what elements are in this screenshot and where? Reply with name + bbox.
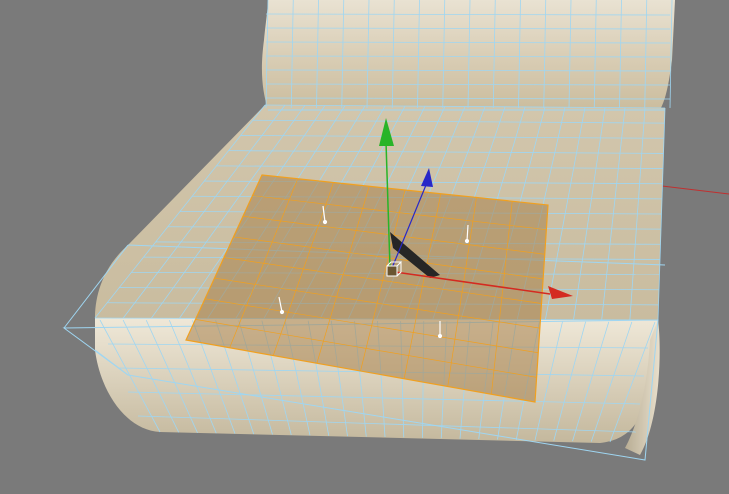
world-x-axis-line bbox=[661, 185, 729, 195]
normal-marker bbox=[322, 219, 328, 225]
3d-viewport[interactable] bbox=[0, 0, 729, 494]
normal-marker bbox=[437, 333, 443, 339]
normal-marker bbox=[464, 238, 470, 244]
normal-marker bbox=[279, 309, 285, 315]
scene-canvas[interactable] bbox=[0, 0, 729, 494]
